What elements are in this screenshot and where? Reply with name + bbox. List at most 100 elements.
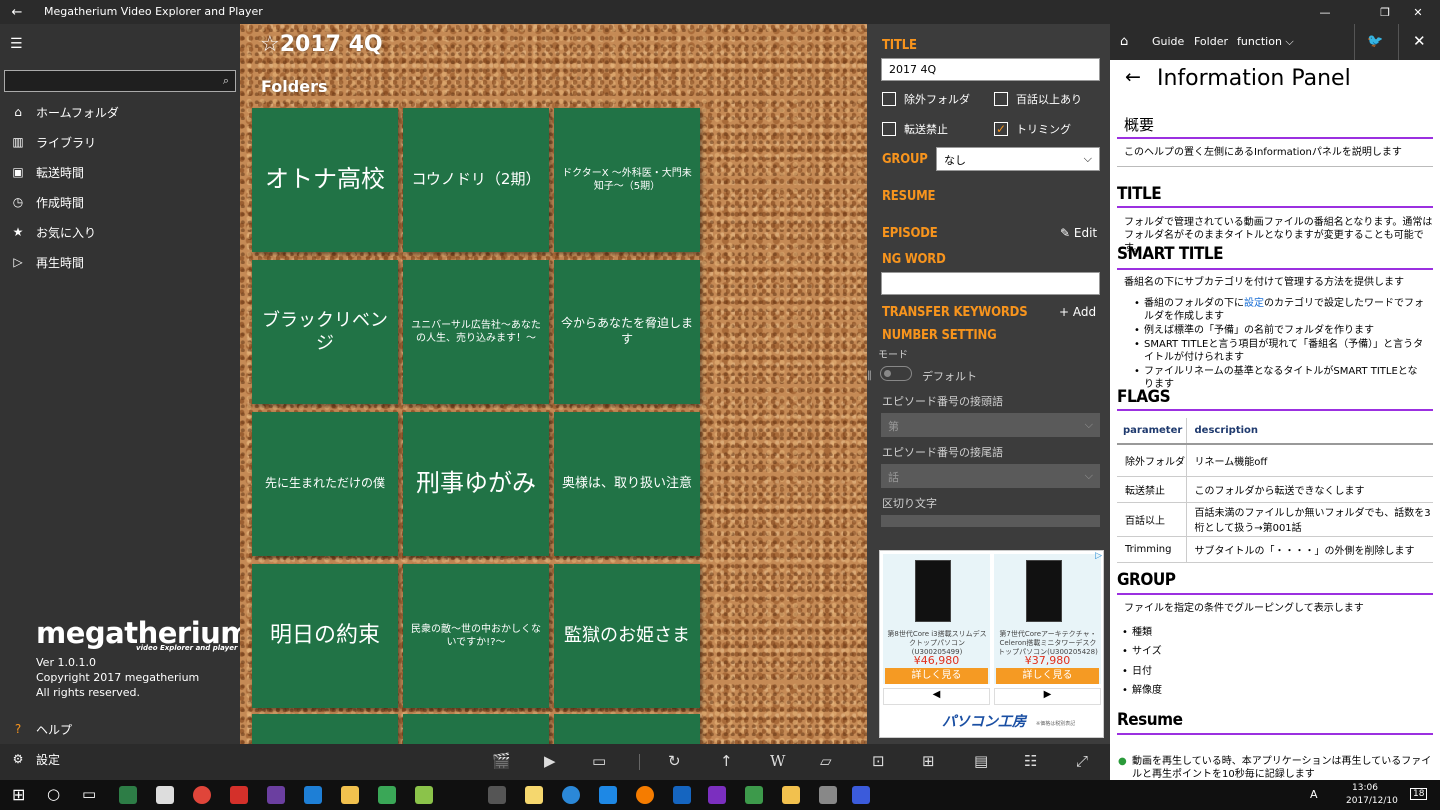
add-keyword-button[interactable]: + Add — [1059, 305, 1096, 319]
advertisement[interactable]: 第8世代Core i3搭載スリムデスクトップパソコン(U300205499) ¥… — [879, 550, 1104, 738]
notes-icon[interactable] — [525, 786, 543, 804]
image-icon[interactable]: ▱ — [820, 752, 832, 770]
ad-detail-button[interactable]: 詳しく見る — [996, 668, 1099, 684]
app-icon[interactable] — [341, 786, 359, 804]
megatherium-taskbar-icon[interactable] — [852, 786, 870, 804]
title-field[interactable]: 2017 4Q — [881, 58, 1100, 81]
app-icon[interactable] — [562, 786, 580, 804]
visual-studio-icon[interactable] — [267, 786, 285, 804]
monitor-icon[interactable]: ▭ — [592, 752, 606, 770]
windows-start-icon[interactable]: ⊞ — [12, 785, 25, 804]
ad-prev-button[interactable]: ◀ — [883, 688, 990, 705]
adchoices-icon[interactable]: ▷ — [1095, 551, 1102, 561]
ad-detail-button[interactable]: 詳しく見る — [885, 668, 988, 684]
notification-icon[interactable]: 18 — [1410, 788, 1428, 800]
app-icon[interactable] — [819, 786, 837, 804]
up-arrow-icon[interactable]: ↑ — [720, 752, 733, 770]
clock-date[interactable]: 2017/12/10 — [1346, 796, 1398, 806]
checkbox-box[interactable] — [882, 122, 896, 136]
ad-item[interactable]: 第8世代Core i3搭載スリムデスクトップパソコン(U300205499) ¥… — [883, 554, 990, 684]
sidebar-item-help[interactable]: ? ヘルプ — [0, 714, 240, 744]
guide-link[interactable]: Guide — [1152, 35, 1184, 48]
search-icon[interactable]: ⌕ — [223, 74, 229, 88]
add-window-icon[interactable]: ⊞ — [922, 752, 935, 770]
folder-tile[interactable]: ドクターX ～外科医・大門未知子～（5期） — [554, 108, 700, 252]
clipboard-icon[interactable]: ▤ — [974, 752, 988, 770]
exclude-folder-checkbox[interactable]: 除外フォルダ — [882, 91, 970, 107]
close-icon[interactable]: ✕ — [1413, 32, 1426, 50]
folder-tile[interactable]: 今からあなたを脅迫します — [554, 260, 700, 404]
separator-select[interactable] — [881, 515, 1100, 527]
folder-tile[interactable]: 先に生まれただけの僕 — [252, 412, 398, 556]
splitter-handle[interactable]: ‖ — [867, 370, 872, 381]
w-icon[interactable]: W — [770, 752, 785, 770]
folder-link[interactable]: Folder — [1194, 35, 1228, 48]
suffix-select[interactable]: 話 ⌵ — [881, 464, 1100, 488]
app-icon[interactable] — [415, 786, 433, 804]
function-menu[interactable]: function ⌵ — [1237, 35, 1294, 49]
close-button[interactable]: ✕ — [1396, 0, 1440, 24]
speaker-list-icon[interactable]: ☷ — [1024, 752, 1037, 770]
minimize-button[interactable]: — — [1302, 0, 1348, 24]
sidebar-item-settings[interactable]: ⚙ 設定 — [0, 744, 240, 774]
vscode-icon[interactable] — [304, 786, 322, 804]
firefox-icon[interactable] — [636, 786, 654, 804]
app-icon[interactable] — [673, 786, 691, 804]
folder-tile[interactable]: 民衆の敵～世の中おかしくないですか!?～ — [403, 564, 549, 708]
home-icon[interactable]: ⌂ — [1120, 34, 1128, 49]
folder-tile[interactable]: ユニバーサル広告社～あなたの人生、売り込みます！～ — [403, 260, 549, 404]
no-transfer-checkbox[interactable]: 転送禁止 — [882, 121, 948, 137]
shrink-icon[interactable]: ⊡ — [872, 752, 885, 770]
folder-tile-partial[interactable] — [403, 714, 549, 744]
app-icon[interactable] — [745, 786, 763, 804]
ad-brand[interactable]: パソコン工房 — [942, 711, 1026, 731]
back-button[interactable]: ← — [0, 0, 34, 24]
sidebar-item-favorites[interactable]: ★ お気に入り — [0, 217, 240, 247]
sidebar-item-transfer-time[interactable]: ▣ 転送時間 — [0, 157, 240, 187]
expand-icon[interactable]: ⤢ — [1076, 752, 1088, 770]
folder-tile[interactable]: 奥様は、取り扱い注意 — [554, 412, 700, 556]
app-icon[interactable] — [156, 786, 174, 804]
settings-link[interactable]: 設定 — [1244, 298, 1264, 309]
checkmark-icon[interactable]: ✓ — [994, 122, 1008, 136]
clapper-icon[interactable]: 🎬 — [492, 752, 511, 770]
sidebar-item-play-time[interactable]: ▷ 再生時間 — [0, 247, 240, 277]
sidebar-item-library[interactable]: ▥ ライブラリ — [0, 127, 240, 157]
checkbox-box[interactable] — [994, 92, 1008, 106]
app-icon[interactable] — [488, 786, 506, 804]
folder-tile[interactable]: ブラックリベンジ — [252, 260, 398, 404]
clock-time[interactable]: 13:06 — [1352, 783, 1378, 793]
play-step-icon[interactable]: ▶ — [544, 752, 556, 770]
back-arrow-icon[interactable]: ← — [1125, 66, 1141, 88]
edge-icon[interactable] — [599, 786, 617, 804]
store-icon[interactable] — [119, 786, 137, 804]
ad-item[interactable]: 第7世代Coreアーキテクチャ・Celeron搭載ミニタワーデスクトップパソコン… — [994, 554, 1101, 684]
refresh-icon[interactable]: ↻ — [668, 752, 681, 770]
ng-word-field[interactable] — [881, 272, 1100, 295]
folder-tile[interactable]: 刑事ゆがみ — [403, 412, 549, 556]
sidebar-item-home[interactable]: ⌂ ホームフォルダ — [0, 97, 240, 127]
file-explorer-icon[interactable] — [782, 786, 800, 804]
app-icon[interactable] — [378, 786, 396, 804]
task-view-icon[interactable]: ▭ — [82, 785, 96, 803]
hundred-episodes-checkbox[interactable]: 百話以上あり — [994, 91, 1082, 107]
onenote-icon[interactable] — [708, 786, 726, 804]
chrome-icon[interactable] — [193, 786, 211, 804]
prefix-select[interactable]: 第 ⌵ — [881, 413, 1100, 437]
folder-tile-partial[interactable] — [554, 714, 700, 744]
search-icon[interactable]: ○ — [47, 785, 60, 803]
ad-next-button[interactable]: ▶ — [994, 688, 1101, 705]
mode-toggle[interactable] — [880, 366, 912, 381]
search-input[interactable]: ⌕ — [4, 70, 236, 92]
edit-button[interactable]: ✎ Edit — [1060, 226, 1097, 240]
vivaldi-icon[interactable] — [230, 786, 248, 804]
ime-indicator[interactable]: A — [1310, 788, 1318, 801]
checkbox-box[interactable] — [882, 92, 896, 106]
folder-tile[interactable]: 明日の約束 — [252, 564, 398, 708]
sidebar-item-created-time[interactable]: ◷ 作成時間 — [0, 187, 240, 217]
trimming-checkbox[interactable]: ✓ トリミング — [994, 121, 1071, 137]
hamburger-icon[interactable]: ☰ — [10, 36, 23, 52]
folder-tile[interactable]: 監獄のお姫さま — [554, 564, 700, 708]
group-select[interactable]: なし ⌵ — [936, 147, 1100, 171]
folder-tile[interactable]: コウノドリ（2期） — [403, 108, 549, 252]
